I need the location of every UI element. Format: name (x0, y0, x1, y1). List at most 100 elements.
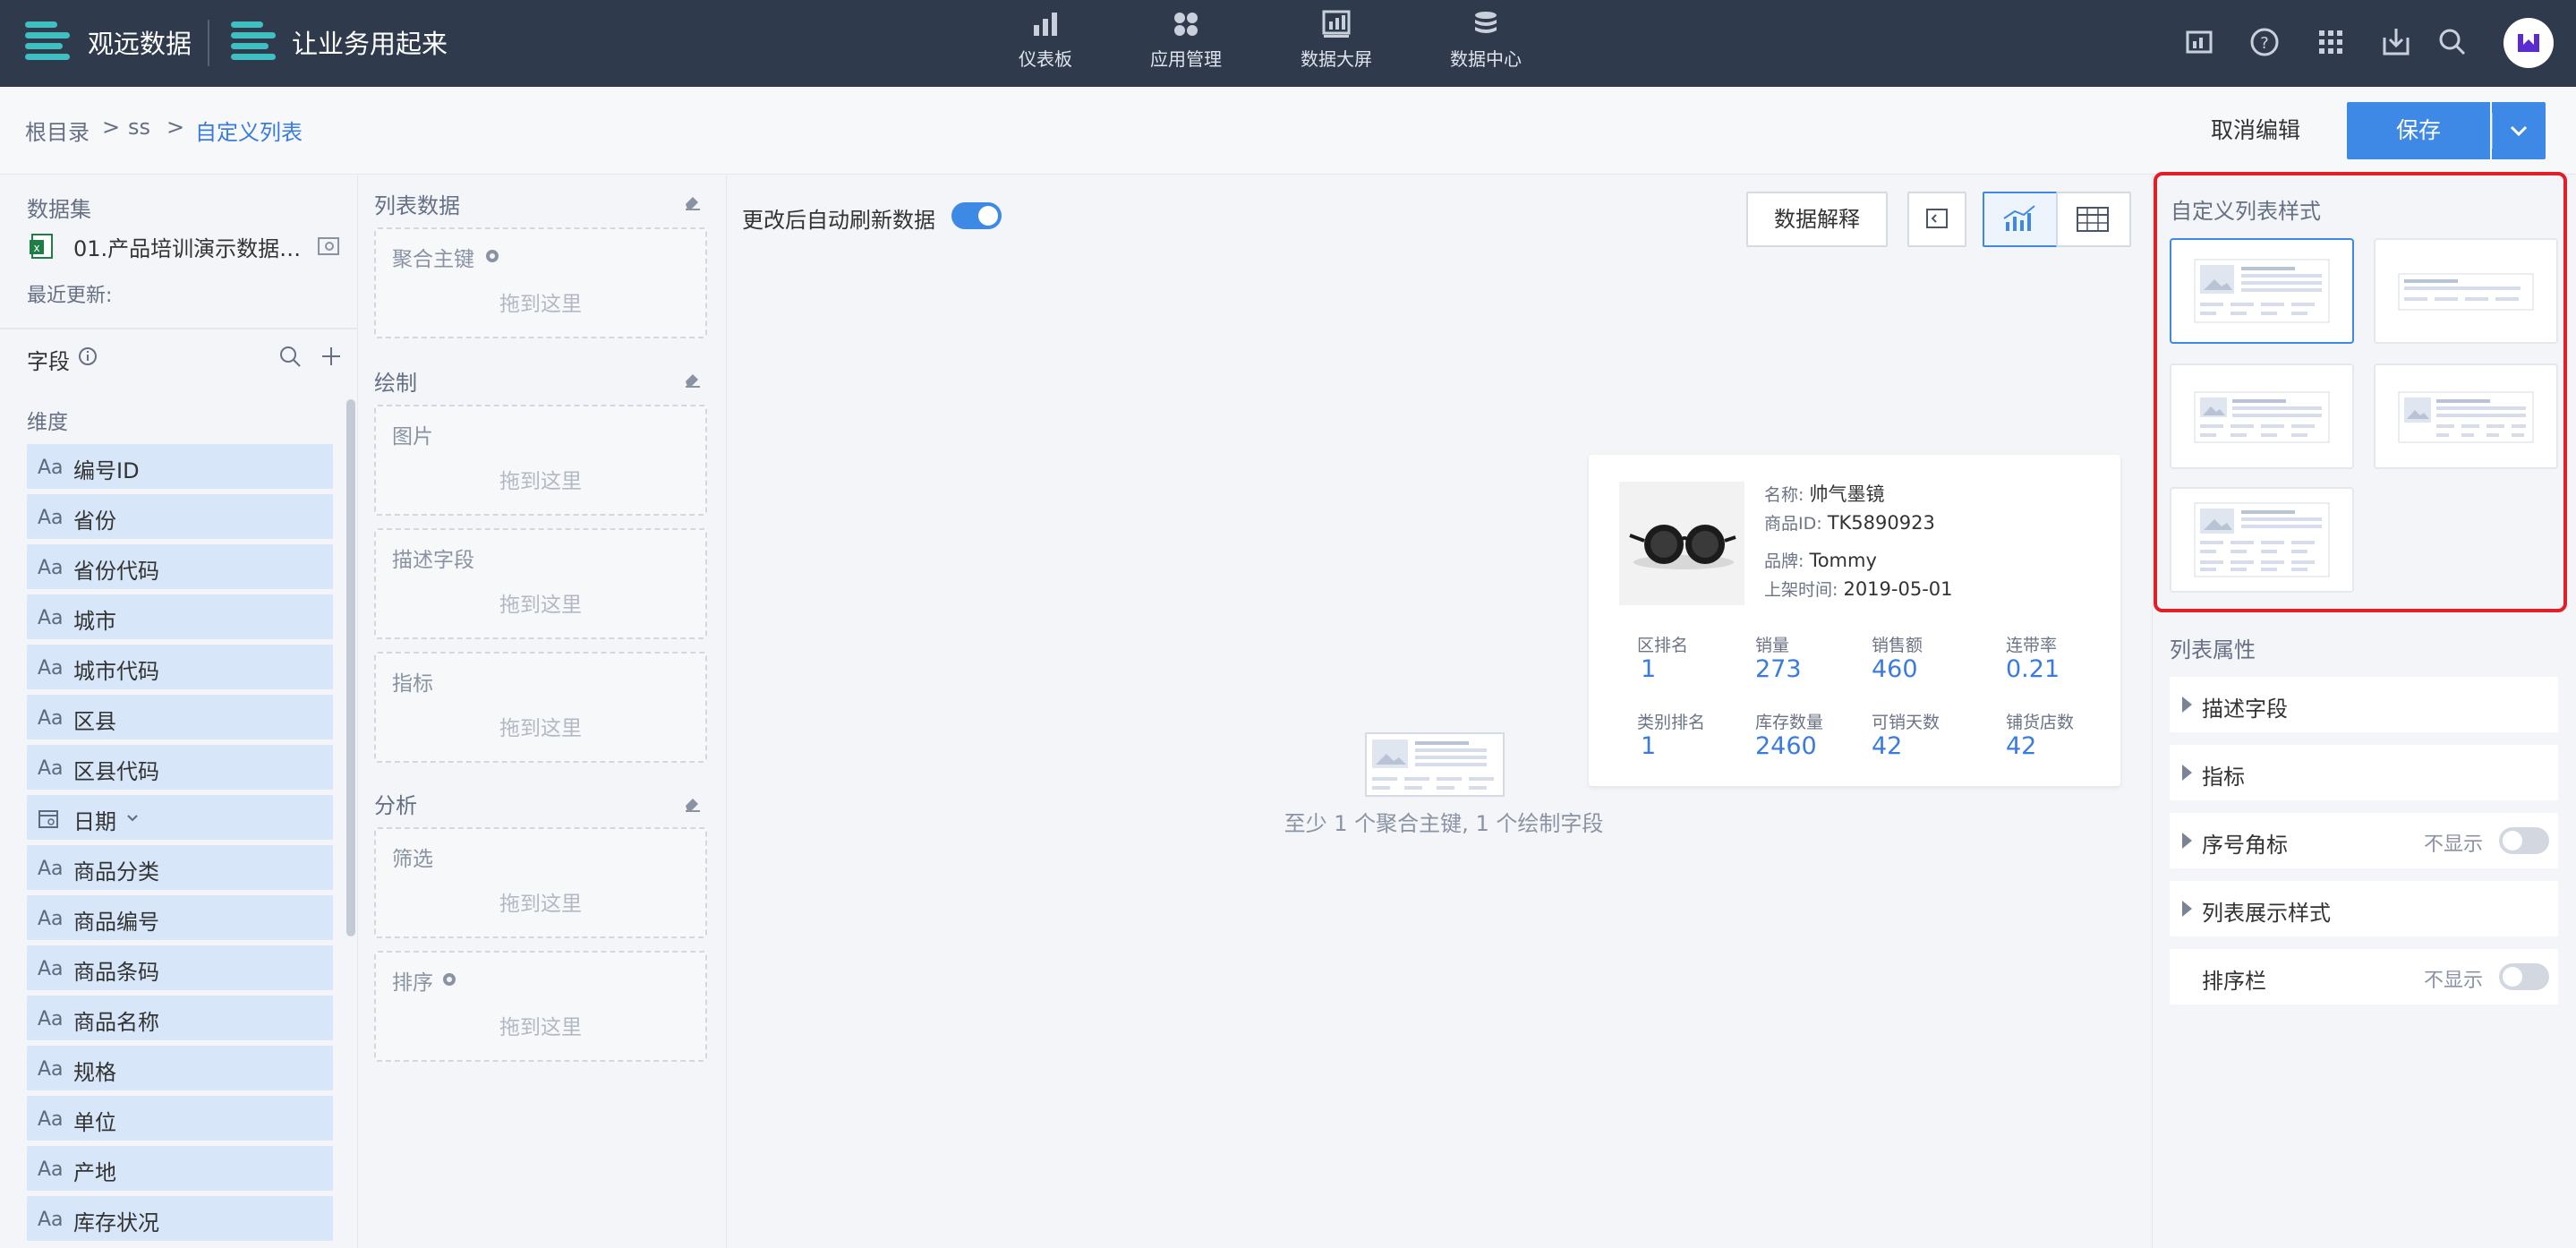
field-item[interactable]: Aa 省份代码 (27, 544, 333, 589)
prop-label: 指标 (2202, 765, 2245, 790)
apps-icon (1174, 13, 1198, 36)
field-name: 区县 (73, 709, 116, 734)
prop-display-style[interactable]: 列表展示样式 (2170, 881, 2558, 936)
info-icon[interactable] (77, 346, 98, 367)
code-view-button[interactable] (1907, 192, 1966, 247)
chevron-down-icon (2491, 113, 2528, 149)
breadcrumb-root[interactable]: 根目录 (25, 115, 90, 146)
gear-icon[interactable] (483, 247, 501, 265)
metric-label: 库存数量 (1755, 713, 1824, 732)
field-item[interactable]: Aa 区县 (27, 695, 333, 739)
field-item-date[interactable]: 日期 (27, 795, 333, 840)
nav-data-center[interactable]: 数据中心 (1432, 9, 1540, 81)
help-icon[interactable]: ? (2248, 25, 2282, 59)
data-explain-button[interactable]: 数据解释 (1746, 192, 1888, 247)
field-item[interactable]: Aa 商品条码 (27, 945, 333, 990)
search-icon[interactable] (2435, 25, 2469, 59)
dropzone-label: 指标 (392, 672, 433, 696)
index-badge-toggle[interactable] (2499, 827, 2549, 854)
filter-dropzone[interactable]: 筛选 拖到这里 (374, 827, 707, 938)
nav-data-screen[interactable]: 数据大屏 (1283, 9, 1390, 81)
download-icon[interactable] (2379, 25, 2413, 59)
field-item[interactable]: Aa 区县代码 (27, 745, 333, 790)
list-placeholder-icon (1365, 732, 1505, 797)
metric-label: 铺货店数 (2006, 713, 2075, 732)
nav-dashboard[interactable]: 仪表板 (992, 9, 1099, 81)
product-brand-row: 品牌: Tommy (1764, 548, 1877, 572)
dataset-name[interactable]: 01.产品培训演示数据… (73, 231, 301, 262)
nav-label: 数据中心 (1450, 48, 1522, 70)
text-type-icon: Aa (38, 1008, 64, 1030)
text-type-icon: Aa (38, 858, 64, 880)
report-icon[interactable] (2182, 25, 2216, 59)
field-item[interactable]: Aa 商品编号 (27, 895, 333, 940)
text-type-icon: Aa (38, 507, 64, 529)
prop-sort-bar[interactable]: 排序栏 不显示 (2170, 949, 2558, 1004)
top-navigation-bar: 观远数据 让业务用起来 仪表板 应用管理 数据大屏 数据中心 ? (0, 0, 2576, 87)
text-type-icon: Aa (38, 958, 64, 980)
logo-icon[interactable] (20, 14, 70, 68)
chevron-down-icon[interactable] (125, 811, 140, 825)
empty-state-hint: 至少 1 个聚合主键, 1 个绘制字段 (1284, 811, 1604, 836)
list-preview-card: 名称: 帅气墨镜 商品ID: TK5890923 品牌: Tommy 上架时间:… (1589, 455, 2120, 786)
drop-hint: 拖到这里 (499, 594, 582, 617)
field-item[interactable]: Aa 单位 (27, 1096, 333, 1141)
field-name: 规格 (73, 1060, 116, 1085)
add-field-icon[interactable] (319, 344, 344, 369)
prop-label: 列表展示样式 (2202, 901, 2331, 926)
field-item[interactable]: Aa 商品名称 (27, 996, 333, 1040)
text-type-icon: Aa (38, 707, 64, 730)
dropzone-label: 筛选 (392, 848, 433, 871)
sort-dropzone[interactable]: 排序 拖到这里 (374, 951, 707, 1062)
table-view-button[interactable] (2056, 192, 2131, 247)
field-item[interactable]: Aa 城市 (27, 594, 333, 639)
drop-hint: 拖到这里 (499, 470, 582, 493)
nav-app-management[interactable]: 应用管理 (1132, 9, 1240, 81)
eraser-icon[interactable] (682, 192, 702, 211)
drop-hint: 拖到这里 (499, 1016, 582, 1039)
field-item[interactable]: Aa 省份 (27, 494, 333, 539)
prop-metric[interactable]: 指标 (2170, 745, 2558, 800)
auto-refresh-toggle[interactable] (951, 202, 1002, 229)
dataset-preview-icon[interactable] (317, 235, 340, 258)
prop-desc-field[interactable]: 描述字段 (2170, 677, 2558, 732)
eraser-icon[interactable] (682, 793, 702, 813)
breadcrumb-folder[interactable]: ss (128, 115, 150, 140)
preview-canvas: 更改后自动刷新数据 数据解释 至少 1 个聚合主键, 1 个绘制字段 名称: 帅… (728, 175, 2151, 1248)
metric-value: 273 (1755, 655, 1802, 683)
brand-divider (208, 20, 209, 66)
metric-label: 区排名 (1637, 636, 1689, 655)
field-item[interactable]: Aa 规格 (27, 1046, 333, 1090)
field-item[interactable]: Aa 城市代码 (27, 645, 333, 689)
image-dropzone[interactable]: 图片 拖到这里 (374, 405, 707, 516)
save-options-button[interactable] (2491, 102, 2546, 159)
sort-bar-toggle[interactable] (2499, 963, 2549, 990)
metric-label: 连带率 (2006, 636, 2058, 655)
agg-key-dropzone[interactable]: 聚合主键 拖到这里 (374, 227, 707, 338)
field-item[interactable]: Aa 商品分类 (27, 845, 333, 890)
metric-dropzone[interactable]: 指标 拖到这里 (374, 652, 707, 763)
field-item[interactable]: Aa 编号ID (27, 444, 333, 489)
fields-scrollbar[interactable] (346, 399, 355, 936)
field-item[interactable]: Aa 库存状况 (27, 1196, 333, 1241)
text-type-icon: Aa (38, 1209, 64, 1231)
eraser-icon[interactable] (682, 369, 702, 389)
save-button[interactable]: 保存 (2347, 102, 2490, 159)
prop-value: 不显示 (2424, 970, 2484, 992)
expand-triangle-icon (2182, 833, 2192, 849)
dropzone-label: 排序 (392, 971, 433, 995)
field-name: 区县代码 (73, 759, 159, 784)
nav-label: 仪表板 (1019, 48, 1072, 70)
cancel-edit-button[interactable]: 取消编辑 (2184, 103, 2327, 158)
field-item[interactable]: Aa 产地 (27, 1146, 333, 1191)
prop-index-badge[interactable]: 序号角标 不显示 (2170, 813, 2558, 868)
metric-label: 销售额 (1872, 636, 1923, 655)
gear-icon[interactable] (440, 970, 458, 988)
logo-icon (226, 14, 276, 68)
search-icon[interactable] (277, 344, 303, 369)
code-icon (1926, 209, 1948, 228)
chart-view-button[interactable] (1983, 192, 2058, 247)
grid-menu-icon[interactable] (2314, 25, 2348, 59)
desc-dropzone[interactable]: 描述字段 拖到这里 (374, 528, 707, 639)
user-avatar[interactable] (2503, 18, 2554, 68)
